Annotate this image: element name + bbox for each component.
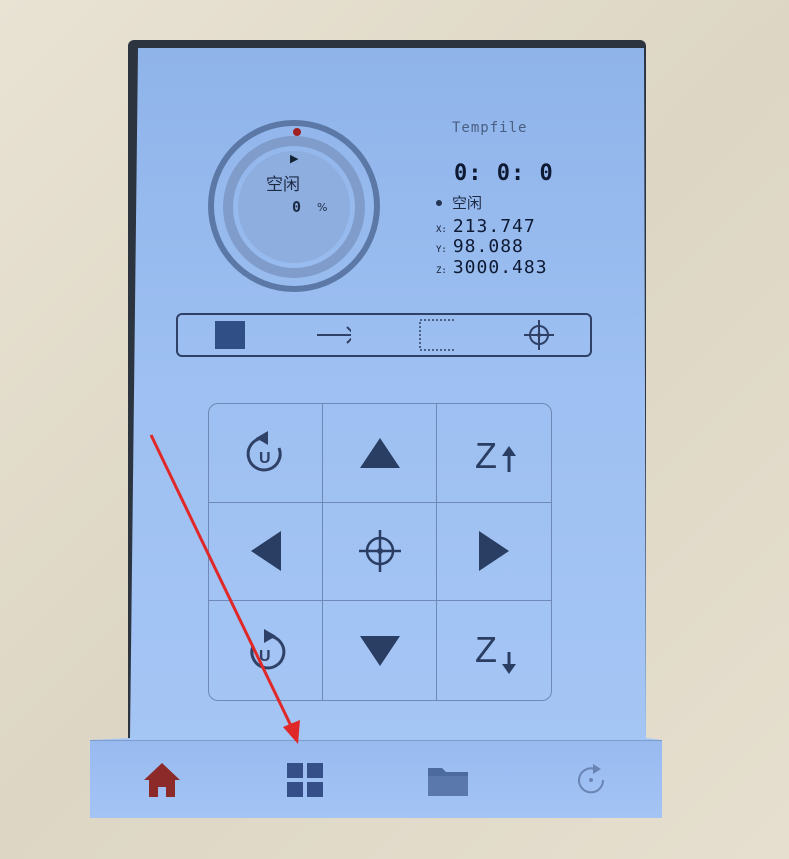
progress-percent-unit: % xyxy=(317,201,328,214)
jog-pad: U Z U Z xyxy=(208,403,552,701)
origin-tool[interactable] xyxy=(521,317,557,353)
triangle-up-icon xyxy=(359,437,400,468)
coord-z-value: 3000.483 xyxy=(452,257,548,278)
folder-icon xyxy=(427,768,468,796)
filled-square-icon xyxy=(214,321,245,349)
coord-y-value: 98.088 xyxy=(452,236,524,257)
coord-z-label: Z: xyxy=(436,266,447,276)
rotate-u-icon: U xyxy=(246,430,282,472)
lcd-screen: ▶ 空闲 0 % Tempfile 0: 0: 0 空闲 X: 213.747 Y… xyxy=(90,48,662,818)
nav-home[interactable] xyxy=(132,750,192,810)
frame-tool[interactable] xyxy=(418,317,454,353)
coord-x-value: 213.747 xyxy=(452,216,536,237)
elapsed-time: 0: 0: 0 xyxy=(454,161,554,186)
triangle-down-icon xyxy=(359,635,400,666)
progress-percent: 0 xyxy=(292,198,302,216)
rotate-u-button[interactable]: U xyxy=(209,601,323,700)
triangle-left-icon xyxy=(250,531,281,572)
jog-home-button[interactable] xyxy=(323,502,437,602)
svg-text:Z: Z xyxy=(475,435,497,476)
progress-indicator-dot xyxy=(293,128,301,136)
z-down-icon: Z xyxy=(475,629,516,674)
home-icon xyxy=(143,763,180,797)
play-icon: ▶ xyxy=(290,152,299,165)
rotate-u-cw-icon: U xyxy=(249,628,285,670)
status-dot-icon xyxy=(436,200,442,206)
coord-y: Y: 98.088 xyxy=(436,236,524,257)
z-up-icon: Z xyxy=(475,435,516,476)
jog-down-button[interactable] xyxy=(323,601,437,700)
crosshair-icon xyxy=(358,530,401,573)
svg-text:U: U xyxy=(259,450,271,467)
z-up-button[interactable]: Z xyxy=(437,404,551,503)
coord-y-label: Y: xyxy=(436,245,447,255)
filled-square-tool[interactable] xyxy=(212,317,248,353)
crosshair-icon xyxy=(523,320,554,350)
laser-tool[interactable] xyxy=(315,317,351,353)
coord-x: X: 213.747 xyxy=(436,216,536,237)
dotted-square-icon xyxy=(418,319,454,351)
triangle-right-icon xyxy=(479,531,509,572)
function-toolbar xyxy=(176,313,592,357)
nav-menu[interactable] xyxy=(275,750,335,810)
z-down-button[interactable]: Z xyxy=(437,601,551,700)
coord-z: Z: 3000.483 xyxy=(436,257,548,278)
jog-left-button[interactable] xyxy=(209,502,323,602)
refresh-icon xyxy=(577,764,604,794)
nav-files[interactable] xyxy=(418,750,478,810)
bottom-nav xyxy=(90,740,662,818)
machine-state: 空闲 xyxy=(452,194,483,212)
svg-text:Z: Z xyxy=(475,629,497,670)
reset-u-button[interactable]: U xyxy=(209,404,323,503)
jog-right-button[interactable] xyxy=(437,503,551,602)
svg-text:U: U xyxy=(259,648,271,665)
coord-x-label: X: xyxy=(436,225,447,235)
laser-beam-icon xyxy=(316,326,351,344)
nav-refresh[interactable] xyxy=(561,750,621,810)
dial-status-label: 空闲 xyxy=(266,175,300,195)
grid-icon xyxy=(286,763,323,797)
file-name: Tempfile xyxy=(452,120,528,136)
jog-up-button[interactable] xyxy=(323,404,437,503)
